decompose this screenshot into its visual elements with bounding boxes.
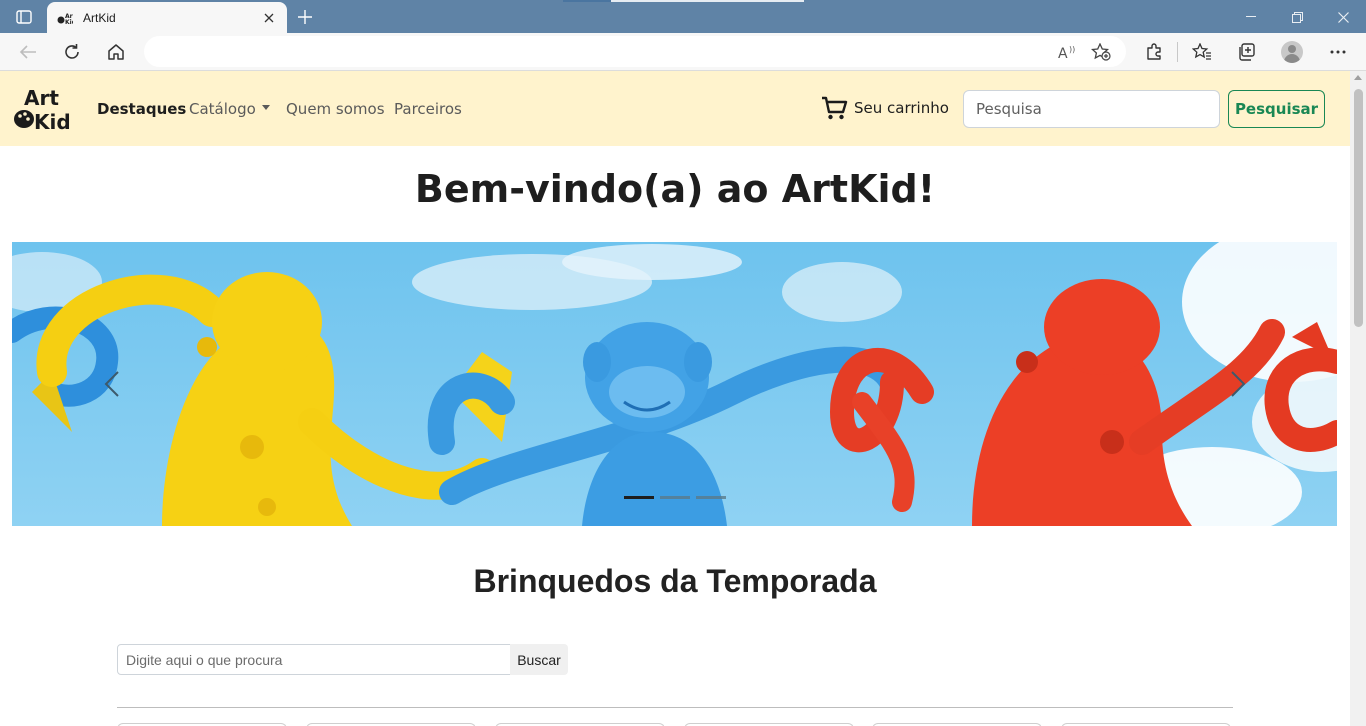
favorites-icon[interactable]	[1188, 38, 1216, 66]
titlebar-accent	[611, 0, 804, 2]
home-icon[interactable]	[102, 38, 130, 66]
extensions-icon[interactable]	[1140, 38, 1168, 66]
minimize-icon[interactable]	[1228, 4, 1274, 30]
site-navbar: Art Kid Destaques Catálogo Quem somos Pa…	[0, 71, 1350, 146]
close-window-icon[interactable]	[1320, 4, 1366, 30]
section-title: Brinquedos da Temporada	[473, 563, 877, 599]
nav-destaques[interactable]: Destaques	[97, 100, 186, 118]
site-search-button[interactable]: Pesquisar	[1228, 90, 1325, 128]
collections-icon[interactable]	[1232, 38, 1260, 66]
hero-carousel[interactable]	[12, 242, 1337, 526]
new-tab-icon[interactable]	[294, 6, 316, 28]
cart-link[interactable]: Seu carrinho	[820, 95, 949, 121]
nav-catalogo[interactable]: Catálogo	[189, 100, 270, 118]
carousel-next-button[interactable]	[1218, 362, 1258, 406]
product-filter-input[interactable]	[117, 644, 511, 675]
nav-parceiros[interactable]: Parceiros	[394, 100, 462, 118]
cart-label: Seu carrinho	[854, 99, 949, 117]
carousel-indicator[interactable]	[660, 496, 690, 499]
scroll-up-arrow-icon[interactable]	[1354, 75, 1362, 80]
artkid-logo[interactable]: Art Kid	[12, 85, 74, 134]
chevron-down-icon	[261, 105, 270, 110]
close-tab-icon[interactable]	[261, 10, 277, 26]
refresh-icon[interactable]	[58, 38, 86, 66]
page-viewport: Art Kid Destaques Catálogo Quem somos Pa…	[0, 71, 1350, 726]
address-bar[interactable]: A))	[144, 36, 1126, 67]
page-scrollbar[interactable]	[1350, 71, 1366, 726]
svg-text:A: A	[1058, 46, 1068, 60]
product-filter-button[interactable]: Buscar	[510, 644, 568, 675]
profile-avatar-icon[interactable]	[1281, 41, 1303, 63]
titlebar-accent	[563, 0, 611, 2]
favorite-add-icon[interactable]	[1090, 42, 1112, 62]
chevron-left-icon	[104, 371, 119, 397]
tab-actions-icon[interactable]	[8, 6, 40, 28]
tab-title: ArtKid	[83, 10, 116, 25]
site-search-input[interactable]	[963, 90, 1220, 128]
restore-icon[interactable]	[1274, 4, 1320, 30]
section-divider	[117, 707, 1233, 708]
browser-titlebar: ArtKid ArtKid	[0, 0, 1366, 33]
more-menu-icon[interactable]	[1324, 38, 1352, 66]
scrollbar-thumb[interactable]	[1354, 89, 1363, 327]
logo-top-text: Art	[24, 86, 59, 110]
read-aloud-icon[interactable]: A))	[1056, 42, 1078, 62]
shopping-cart-icon	[822, 96, 848, 120]
carousel-prev-button[interactable]	[92, 362, 132, 406]
carousel-indicators	[624, 496, 726, 499]
svg-text:)): ))	[1069, 45, 1075, 54]
carousel-indicator[interactable]	[624, 496, 654, 499]
nav-quem-somos[interactable]: Quem somos	[286, 100, 385, 118]
welcome-title: Bem-vindo(a) ao ArtKid!	[414, 167, 936, 211]
chevron-right-icon	[1231, 371, 1246, 397]
carousel-indicator[interactable]	[696, 496, 726, 499]
browser-tab[interactable]: ArtKid ArtKid	[47, 2, 287, 33]
back-icon[interactable]	[14, 38, 42, 66]
toolbar-divider	[1177, 42, 1178, 62]
logo-bottom-text: Kid	[34, 110, 71, 133]
favicon-icon: ArtKid	[57, 10, 75, 26]
browser-toolbar: A))	[0, 33, 1366, 71]
svg-text:Kid: Kid	[65, 19, 73, 25]
nav-catalogo-label: Catálogo	[189, 100, 256, 118]
carousel-slide-image	[12, 242, 1337, 526]
